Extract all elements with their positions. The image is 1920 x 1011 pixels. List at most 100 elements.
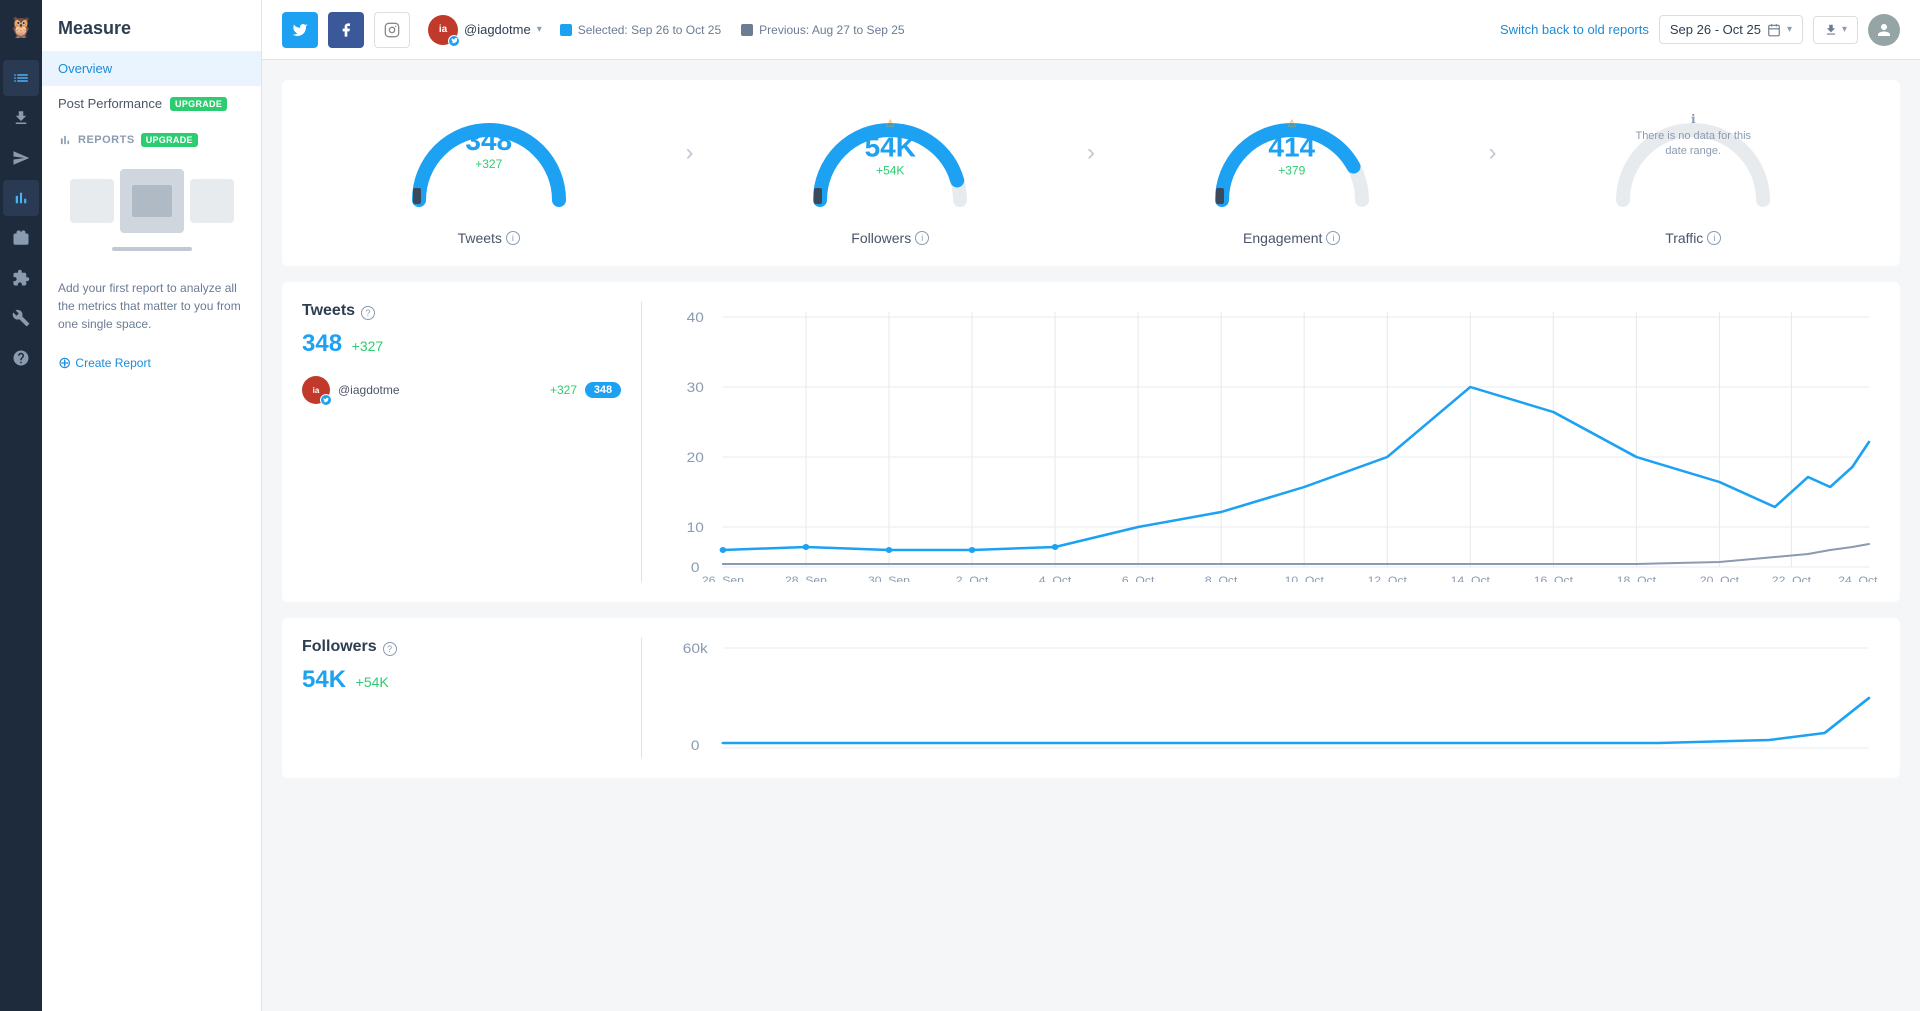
tweets-chart-area: 40 30 20 10 0 — [642, 302, 1880, 582]
followers-title-row: Followers ? — [302, 638, 621, 660]
gauges-section: 348 +327 Tweets i › — [282, 80, 1900, 266]
traffic-no-data-message: There is no data for this date range. — [1633, 129, 1753, 160]
account-selector[interactable]: ia @iagdotme ▾ — [420, 11, 550, 49]
date-picker-button[interactable]: Sep 26 - Oct 25 ▾ — [1659, 15, 1803, 44]
tweets-gauge-value: 348 +327 — [465, 125, 512, 171]
main-content: ia @iagdotme ▾ Selected: Sep 26 to Oct 2… — [262, 0, 1920, 1011]
traffic-no-data-text-container: ℹ There is no data for this date range. — [1633, 112, 1753, 160]
account-chevron-icon: ▾ — [537, 24, 542, 35]
tweets-metric-card: Tweets ? 348 +327 ia @iagdotme +327 — [282, 282, 1900, 602]
engagement-change: +379 — [1268, 164, 1315, 178]
facebook-filter-button[interactable] — [328, 12, 364, 48]
svg-text:22. Oct: 22. Oct — [1772, 575, 1812, 582]
reports-promo-text: Add your first report to analyze all the… — [42, 267, 261, 345]
sidebar-reports-section: REPORTS UPGRADE — [42, 121, 261, 153]
traffic-info-icon-label[interactable]: i — [1707, 231, 1721, 245]
tweets-card-info-icon[interactable]: ? — [361, 306, 375, 320]
create-report-link[interactable]: ⊕ Create Report — [42, 345, 261, 381]
svg-text:6. Oct: 6. Oct — [1122, 575, 1155, 582]
svg-text:10: 10 — [687, 521, 704, 536]
top-bar-right: Switch back to old reports Sep 26 - Oct … — [1500, 14, 1900, 46]
followers-info-icon[interactable]: i — [915, 231, 929, 245]
svg-text:24. Oct: 24. Oct — [1838, 575, 1878, 582]
followers-gauge: ⚠ 54K +54K Followers i — [704, 100, 1078, 246]
tweets-account-badge: 348 — [585, 382, 621, 398]
engagement-gauge-value: ⚠ 414 +379 — [1268, 119, 1315, 178]
selected-legend: Selected: Sep 26 to Oct 25 — [560, 23, 721, 37]
followers-line-chart: 60k 0 — [662, 638, 1880, 758]
promo-icon-3 — [190, 179, 234, 223]
followers-warning: ⚠ — [865, 119, 916, 130]
left-navigation: 🦉 — [0, 0, 42, 1011]
svg-text:🦉: 🦉 — [9, 16, 34, 39]
tweets-account-name: @iagdotme — [338, 383, 542, 397]
engagement-info-icon[interactable]: i — [1326, 231, 1340, 245]
publish-nav-icon[interactable] — [3, 140, 39, 176]
tweets-account-twitter-badge — [320, 394, 332, 406]
promo-monitor-stand — [112, 247, 192, 251]
traffic-info-icon: ℹ — [1633, 112, 1753, 126]
sidebar-item-overview[interactable]: Overview — [42, 51, 261, 86]
post-performance-upgrade-badge: UPGRADE — [170, 97, 227, 111]
svg-text:10. Oct: 10. Oct — [1285, 575, 1325, 582]
switch-reports-link[interactable]: Switch back to old reports — [1500, 22, 1649, 37]
tweets-main-value: 348 — [302, 330, 342, 357]
traffic-no-data-gauge: ℹ There is no data for this date range. — [1603, 100, 1783, 220]
svg-text:28. Sep: 28. Sep — [785, 575, 827, 582]
instagram-filter-button[interactable] — [374, 12, 410, 48]
streams-nav-icon[interactable] — [3, 60, 39, 96]
sidebar-item-post-performance[interactable]: Post Performance UPGRADE — [42, 86, 261, 121]
tweets-metric-left: Tweets ? 348 +327 ia @iagdotme +327 — [302, 302, 642, 582]
followers-gauge-container: ⚠ 54K +54K — [800, 100, 980, 220]
export-chevron-icon: ▾ — [1842, 24, 1847, 35]
followers-value-row: 54K +54K — [302, 666, 621, 694]
engagement-gauge-label: Engagement i — [1243, 230, 1340, 246]
top-bar-left: ia @iagdotme ▾ Selected: Sep 26 to Oct 2… — [282, 11, 905, 49]
tweets-account-row: ia @iagdotme +327 348 — [302, 370, 621, 410]
followers-metric-left: Followers ? 54K +54K — [302, 638, 642, 758]
followers-gauge-value: ⚠ 54K +54K — [865, 119, 916, 178]
tweets-account-avatar: ia — [302, 376, 330, 404]
followers-card-info-icon[interactable]: ? — [383, 642, 397, 656]
followers-change-value: +54K — [356, 674, 389, 690]
briefcase-nav-icon[interactable] — [3, 220, 39, 256]
tweets-gauge-container: 348 +327 — [399, 100, 579, 220]
tweets-to-followers-arrow: › — [676, 139, 704, 167]
svg-text:4. Oct: 4. Oct — [1039, 575, 1072, 582]
tweets-card-title: Tweets — [302, 302, 355, 320]
followers-chart-svg: 60k 0 — [662, 638, 1880, 758]
account-name-label: @iagdotme — [464, 22, 531, 37]
followers-gauge-label: Followers i — [851, 230, 929, 246]
tweets-chart-svg: 40 30 20 10 0 — [662, 302, 1880, 582]
analytics-nav-icon[interactable] — [3, 180, 39, 216]
sidebar-header: Measure — [42, 0, 261, 51]
tweets-line-chart: 40 30 20 10 0 — [662, 302, 1880, 582]
svg-text:30. Sep: 30. Sep — [868, 575, 910, 582]
followers-change: +54K — [865, 164, 916, 178]
twitter-filter-button[interactable] — [282, 12, 318, 48]
downloads-nav-icon[interactable] — [3, 100, 39, 136]
tweets-value-row: 348 +327 — [302, 330, 621, 358]
engagement-gauge: ⚠ 414 +379 Engagement i — [1105, 100, 1479, 246]
svg-text:8. Oct: 8. Oct — [1205, 575, 1238, 582]
user-avatar[interactable] — [1868, 14, 1900, 46]
followers-to-engagement-arrow: › — [1077, 139, 1105, 167]
svg-text:12. Oct: 12. Oct — [1368, 575, 1408, 582]
svg-text:2. Oct: 2. Oct — [956, 575, 989, 582]
tweets-change: +327 — [465, 157, 512, 171]
plugin-nav-icon[interactable] — [3, 260, 39, 296]
followers-metric-card: Followers ? 54K +54K 60k 0 — [282, 618, 1900, 778]
svg-text:0: 0 — [691, 561, 700, 576]
traffic-gauge-container: ℹ There is no data for this date range. — [1603, 100, 1783, 220]
export-button[interactable]: ▾ — [1813, 16, 1858, 44]
tweets-info-icon[interactable]: i — [506, 231, 520, 245]
wrench-nav-icon[interactable] — [3, 300, 39, 336]
svg-text:14. Oct: 14. Oct — [1451, 575, 1491, 582]
help-nav-icon[interactable] — [3, 340, 39, 376]
svg-text:20: 20 — [687, 451, 704, 466]
promo-icon-2 — [120, 169, 184, 233]
top-bar: ia @iagdotme ▾ Selected: Sep 26 to Oct 2… — [262, 0, 1920, 60]
hootsuite-logo[interactable]: 🦉 — [3, 8, 39, 44]
reports-promo-area — [42, 153, 261, 267]
content-area: 348 +327 Tweets i › — [262, 60, 1920, 1011]
